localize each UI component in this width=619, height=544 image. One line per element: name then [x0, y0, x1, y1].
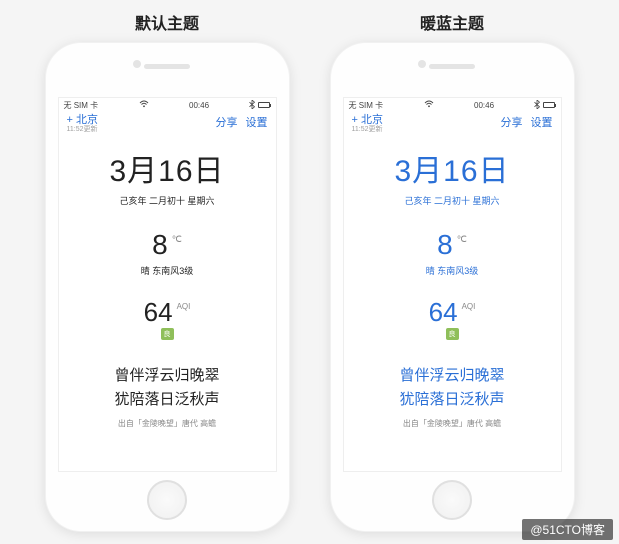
aqi-label: AQI: [177, 302, 191, 311]
poem-block: 曾伴浮云归晚翠 犹陪落日泛秋声 出自「金陵晚望」唐代 高蟾: [399, 364, 504, 429]
aqi-value: 64: [429, 299, 458, 325]
poem-source: 出自「金陵晚望」唐代 高蟾: [399, 418, 504, 429]
statusbar-time: 00:46: [474, 101, 494, 110]
share-button[interactable]: 分享: [501, 114, 523, 130]
aqi-label: AQI: [462, 302, 476, 311]
poem-line-2: 犹陪落日泛秋声: [399, 388, 504, 412]
lunar-date: 己亥年 二月初十 星期六: [119, 194, 214, 207]
location-button[interactable]: + 北京: [352, 114, 384, 126]
battery-icon: [258, 102, 270, 108]
poem-line-2: 犹陪落日泛秋声: [114, 388, 219, 412]
screen: 无 SIM 卡 00:46 + 北京 11:52更新: [58, 97, 277, 472]
wifi-icon: [139, 100, 149, 110]
update-time-label: 11:52更新: [67, 126, 99, 134]
watermark: @51CTO博客: [522, 519, 613, 540]
carrier-label: 无 SIM 卡: [349, 100, 384, 111]
aqi-badge: 良: [446, 328, 459, 340]
theme-title-blue: 暖蓝主题: [420, 10, 484, 34]
battery-icon: [543, 102, 555, 108]
weather-desc: 晴 东南风3级: [141, 264, 194, 277]
bluetooth-icon: [249, 100, 255, 111]
temperature-unit: ℃: [457, 234, 467, 245]
temperature-unit: ℃: [172, 234, 182, 245]
poem-line-1: 曾伴浮云归晚翠: [399, 364, 504, 388]
home-button[interactable]: [432, 480, 472, 520]
main-content: 3月16日 己亥年 二月初十 星期六 8 ℃ 晴 东南风3级 64 AQI 良 …: [344, 142, 561, 471]
app-bar: + 北京 11:52更新 分享 设置: [59, 112, 276, 142]
aqi-value: 64: [144, 299, 173, 325]
app-bar: + 北京 11:52更新 分享 设置: [344, 112, 561, 142]
wifi-icon: [424, 100, 434, 110]
status-bar: 无 SIM 卡 00:46: [59, 98, 276, 112]
temperature-value: 8: [437, 231, 453, 259]
share-button[interactable]: 分享: [216, 114, 238, 130]
statusbar-time: 00:46: [189, 101, 209, 110]
settings-button[interactable]: 设置: [531, 114, 553, 130]
theme-title-default: 默认主题: [135, 10, 199, 34]
temperature-value: 8: [152, 231, 168, 259]
main-content: 3月16日 己亥年 二月初十 星期六 8 ℃ 晴 东南风3级 64 AQI 良 …: [59, 142, 276, 471]
location-button[interactable]: + 北京: [67, 114, 99, 126]
weather-desc: 晴 东南风3级: [426, 264, 479, 277]
phone-blue-theme: 暖蓝主题 无 SIM 卡 00:46: [330, 10, 575, 532]
update-time-label: 11:52更新: [352, 126, 384, 134]
phone-frame: 无 SIM 卡 00:46 + 北京 11:52更新: [330, 42, 575, 532]
phone-default-theme: 默认主题 无 SIM 卡 00:46: [45, 10, 290, 532]
settings-button[interactable]: 设置: [246, 114, 268, 130]
poem-line-1: 曾伴浮云归晚翠: [114, 364, 219, 388]
phone-frame: 无 SIM 卡 00:46 + 北京 11:52更新: [45, 42, 290, 532]
status-bar: 无 SIM 卡 00:46: [344, 98, 561, 112]
date-large: 3月16日: [394, 146, 509, 190]
screen: 无 SIM 卡 00:46 + 北京 11:52更新: [343, 97, 562, 472]
poem-block: 曾伴浮云归晚翠 犹陪落日泛秋声 出自「金陵晚望」唐代 高蟾: [114, 364, 219, 429]
bluetooth-icon: [534, 100, 540, 111]
poem-source: 出自「金陵晚望」唐代 高蟾: [114, 418, 219, 429]
date-large: 3月16日: [109, 146, 224, 190]
carrier-label: 无 SIM 卡: [64, 100, 99, 111]
aqi-badge: 良: [161, 328, 174, 340]
lunar-date: 己亥年 二月初十 星期六: [404, 194, 499, 207]
home-button[interactable]: [147, 480, 187, 520]
